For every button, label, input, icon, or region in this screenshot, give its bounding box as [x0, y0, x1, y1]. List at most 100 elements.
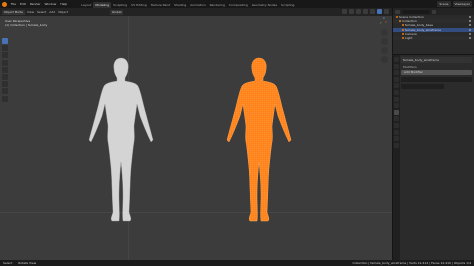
annotate-icon[interactable] — [2, 81, 8, 88]
axis-gizmo[interactable]: X Z Y — [379, 17, 389, 27]
material-shading-icon[interactable] — [384, 9, 389, 14]
tab-animation[interactable]: Animation — [188, 2, 207, 8]
viewport-header: Object Mode View Select Add Object Global — [0, 8, 392, 16]
visibility-icon[interactable] — [342, 9, 347, 14]
outliner-search-input[interactable] — [402, 9, 430, 14]
properties-tab-icon[interactable] — [394, 109, 399, 115]
xray-icon[interactable] — [363, 9, 368, 14]
add-cube-icon[interactable] — [2, 95, 8, 102]
outliner-row[interactable]: Light — [393, 35, 474, 41]
selected-body-wireframe[interactable] — [224, 56, 294, 226]
rotate-icon[interactable] — [2, 59, 8, 66]
viewport-menu-select[interactable]: Select — [37, 10, 46, 14]
tool-shelf — [2, 38, 8, 103]
eye-icon[interactable] — [469, 24, 471, 27]
blender-logo-icon[interactable] — [2, 1, 7, 7]
transform-orientation[interactable]: Global — [109, 9, 124, 15]
mode-dropdown[interactable]: Object Mode — [2, 9, 25, 15]
properties-content: female_body_wireframe Modifiers Add Modi… — [401, 57, 472, 90]
scene-selectors: Scene ViewLayer — [437, 1, 472, 7]
gizmo-icon[interactable] — [349, 9, 354, 14]
properties-tab-icon[interactable] — [394, 89, 399, 95]
menu-edit[interactable]: Edit — [18, 0, 28, 8]
tab-rendering[interactable]: Rendering — [208, 2, 227, 8]
viewport-menu-object[interactable]: Object — [58, 10, 68, 14]
properties-tab-icon[interactable] — [394, 122, 399, 128]
outliner-row-label: Light — [405, 35, 413, 40]
properties-tab-icon[interactable] — [394, 136, 399, 142]
base-body-mesh[interactable] — [86, 56, 156, 226]
properties-object-name[interactable]: female_body_wireframe — [401, 57, 472, 63]
filter-icon[interactable] — [432, 9, 436, 14]
scene-statistics: Collection | female_body_wireframe | Ver… — [352, 261, 471, 265]
property-field[interactable] — [401, 77, 472, 82]
viewport-info: User Perspective (1) Collection | female… — [5, 19, 47, 27]
properties-tab-icon[interactable] — [394, 103, 399, 109]
properties-tab-icon[interactable] — [394, 76, 399, 82]
eye-icon[interactable] — [469, 36, 471, 39]
navigation-gizmo: X Z Y — [379, 17, 389, 65]
tab-layout[interactable]: Layout — [79, 2, 93, 8]
properties-panel: female_body_wireframe Modifiers Add Modi… — [392, 54, 474, 261]
properties-tab-icon[interactable] — [394, 63, 399, 69]
tab-shading[interactable]: Shading — [172, 2, 188, 8]
properties-tab-icon[interactable] — [394, 83, 399, 89]
overlay-icon[interactable] — [356, 9, 361, 14]
viewport-menu-add[interactable]: Add — [49, 10, 55, 14]
property-field[interactable] — [401, 83, 444, 89]
viewport-menu-view[interactable]: View — [27, 10, 34, 14]
3d-viewport[interactable]: User Perspective (1) Collection | female… — [0, 16, 392, 260]
tab-texture-paint[interactable]: Texture Paint — [149, 2, 172, 8]
menu-render[interactable]: Render — [28, 0, 43, 8]
properties-tab-icon[interactable] — [394, 57, 399, 62]
perspective-toggle-icon[interactable] — [381, 56, 388, 63]
cursor-icon[interactable] — [2, 45, 8, 52]
tab-sculpting[interactable]: Sculpting — [111, 2, 129, 8]
add-modifier-button[interactable]: Add Modifier — [401, 70, 472, 75]
viewport-shading-controls — [342, 9, 389, 14]
wireframe-shading-icon[interactable] — [370, 9, 375, 14]
properties-tab-icon[interactable] — [394, 116, 399, 122]
select-box-icon[interactable] — [2, 38, 8, 44]
outliner-display-mode-icon[interactable] — [395, 9, 400, 14]
viewport-menus: View Select Add Object — [27, 10, 68, 14]
outliner-panel: Scene Collection Collection female_body_ba… — [392, 8, 474, 54]
axis-x-label[interactable]: X — [385, 21, 387, 24]
main-menu: File Edit Render Window Help — [9, 0, 69, 8]
eye-icon[interactable] — [469, 20, 471, 23]
move-icon[interactable] — [2, 52, 8, 59]
outliner-tree: Scene Collection Collection female_body_ba… — [393, 15, 474, 41]
menu-file[interactable]: File — [9, 0, 18, 8]
object-type-icon — [402, 36, 404, 39]
solid-shading-icon[interactable] — [377, 9, 382, 14]
menu-help[interactable]: Help — [58, 0, 69, 8]
object-type-icon — [396, 16, 398, 18]
tab-geometry-nodes[interactable]: Geometry Nodes — [250, 2, 279, 8]
tab-modeling[interactable]: Modeling — [93, 1, 112, 8]
tab-scripting[interactable]: Scripting — [279, 2, 296, 8]
eye-icon[interactable] — [469, 32, 471, 35]
object-type-icon — [399, 20, 401, 23]
tab-uv-editing[interactable]: UV Editing — [129, 2, 149, 8]
status-hint-select: Select — [3, 261, 13, 265]
properties-tabs — [393, 55, 400, 261]
zoom-icon[interactable] — [381, 29, 388, 36]
properties-tab-icon[interactable] — [394, 142, 399, 148]
eye-icon[interactable] — [469, 28, 471, 31]
view-layer-selector[interactable]: ViewLayer — [452, 1, 472, 7]
top-bar: File Edit Render Window Help Layout Modeling S… — [0, 0, 474, 8]
properties-tab-icon[interactable] — [394, 96, 399, 102]
menu-window[interactable]: Window — [43, 0, 59, 8]
scene-selector[interactable]: Scene — [437, 1, 451, 7]
axis-y-label[interactable]: Y — [380, 22, 382, 25]
camera-view-icon[interactable] — [381, 47, 388, 54]
axis-z-label[interactable]: Z — [383, 17, 385, 20]
eye-icon[interactable] — [469, 16, 471, 18]
tab-compositing[interactable]: Compositing — [227, 2, 250, 8]
properties-tab-icon[interactable] — [394, 70, 399, 76]
measure-icon[interactable] — [2, 88, 8, 95]
properties-tab-icon[interactable] — [394, 129, 399, 135]
pan-icon[interactable] — [381, 38, 388, 45]
transform-icon[interactable] — [2, 73, 8, 80]
scale-icon[interactable] — [2, 66, 8, 73]
